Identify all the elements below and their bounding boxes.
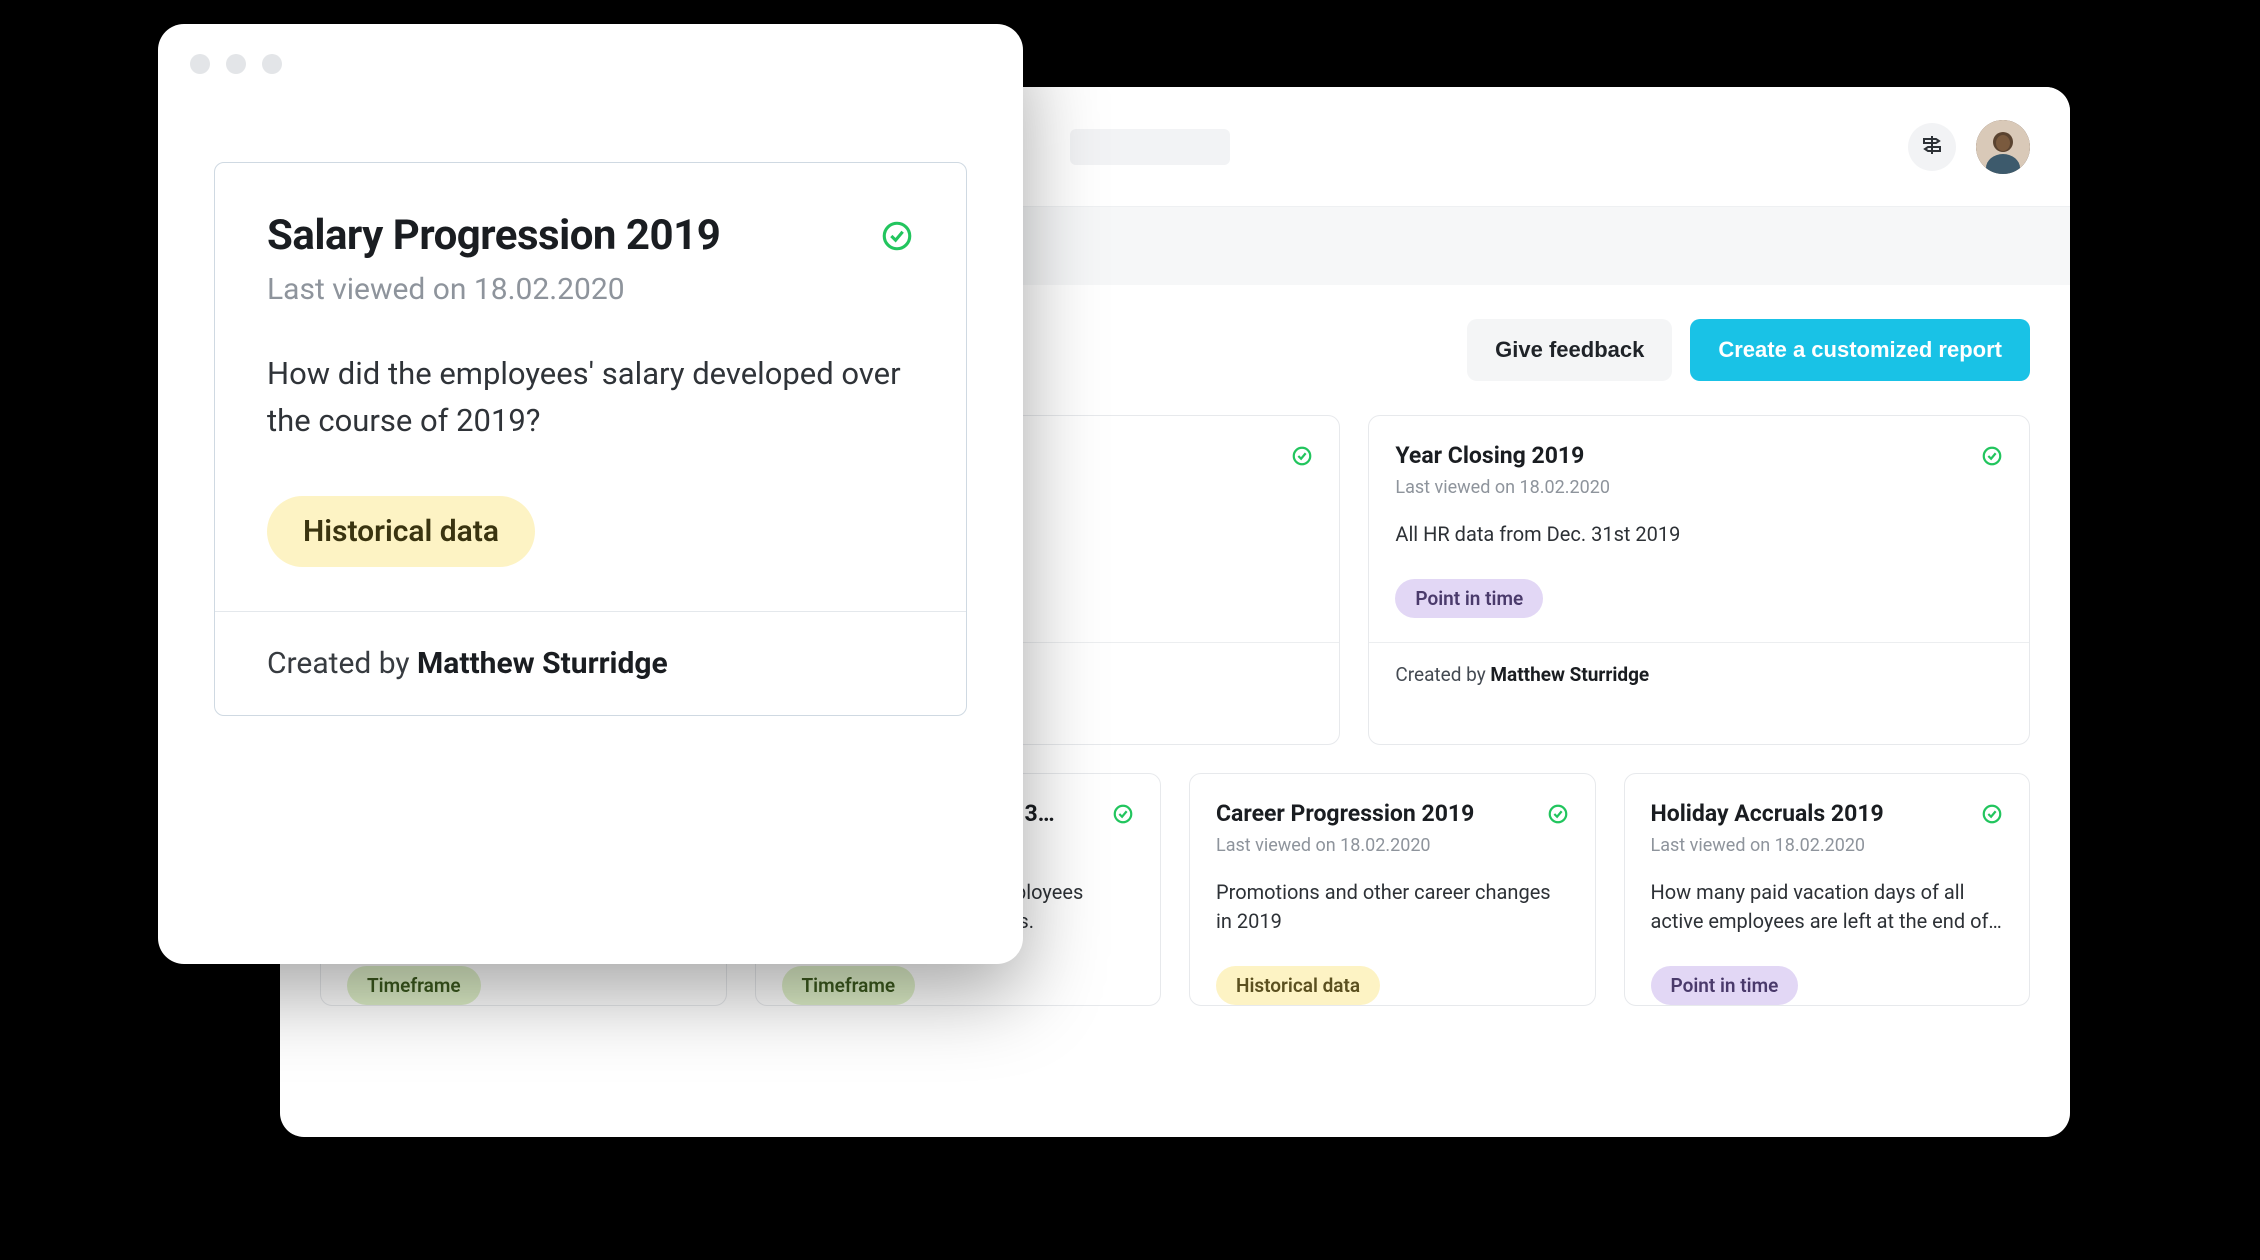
tag-point-in-time: Point in time — [1651, 966, 1799, 1005]
header-placeholder — [1070, 129, 1230, 165]
tag-historical: Historical data — [267, 496, 535, 567]
tag-timeframe: Timeframe — [347, 966, 481, 1005]
popup-title: Salary Progression 2019 — [267, 211, 720, 260]
check-icon — [1112, 803, 1134, 825]
check-icon — [1291, 445, 1313, 467]
popup-subtitle: Last viewed on 18.02.2020 — [267, 272, 720, 307]
popup-titlebar — [158, 24, 1023, 104]
popup-author: Matthew Sturridge — [417, 646, 668, 681]
card-subtitle: Last viewed on 18.02.2020 — [1395, 477, 1610, 498]
window-maximize-icon[interactable] — [262, 54, 282, 74]
popup-card: Salary Progression 2019 Last viewed on 1… — [214, 162, 967, 716]
report-detail-popup: Salary Progression 2019 Last viewed on 1… — [158, 24, 1023, 964]
give-feedback-button[interactable]: Give feedback — [1467, 319, 1672, 381]
card-subtitle: Last viewed on 18.02.2020 — [1651, 835, 1884, 856]
popup-footer: Created by Matthew Sturridge — [215, 611, 966, 715]
check-icon — [1981, 803, 2003, 825]
report-card[interactable]: Holiday Accruals 2019 Last viewed on 18.… — [1624, 773, 2031, 1006]
tag-historical: Historical data — [1216, 966, 1380, 1005]
card-author: Matthew Sturridge — [1490, 663, 1649, 686]
tag-point-in-time: Point in time — [1395, 579, 1543, 618]
window-close-icon[interactable] — [190, 54, 210, 74]
report-card[interactable]: Year Closing 2019 Last viewed on 18.02.2… — [1368, 415, 2030, 745]
popup-description: How did the employees' salary developed … — [267, 351, 914, 444]
roadmap-button[interactable] — [1908, 123, 1956, 171]
create-report-button[interactable]: Create a customized report — [1690, 319, 2030, 381]
window-minimize-icon[interactable] — [226, 54, 246, 74]
check-icon — [1547, 803, 1569, 825]
check-icon — [1981, 445, 2003, 467]
card-title: Career Progression 2019 — [1216, 800, 1474, 829]
card-title: Holiday Accruals 2019 — [1651, 800, 1884, 829]
tag-timeframe: Timeframe — [782, 966, 916, 1005]
report-card[interactable]: Career Progression 2019 Last viewed on 1… — [1189, 773, 1596, 1006]
card-footer: Created by Matthew Sturridge — [1369, 642, 2029, 686]
avatar[interactable] — [1976, 120, 2030, 174]
card-title: Year Closing 2019 — [1395, 442, 1610, 471]
card-description: All HR data from Dec. 31st 2019 — [1395, 520, 2003, 549]
card-description: How many paid vacation days of all activ… — [1651, 878, 2004, 936]
card-description: Promotions and other career changes in 2… — [1216, 878, 1569, 936]
card-subtitle: Last viewed on 18.02.2020 — [1216, 835, 1474, 856]
signpost-icon — [1920, 133, 1944, 161]
check-icon — [880, 219, 914, 253]
